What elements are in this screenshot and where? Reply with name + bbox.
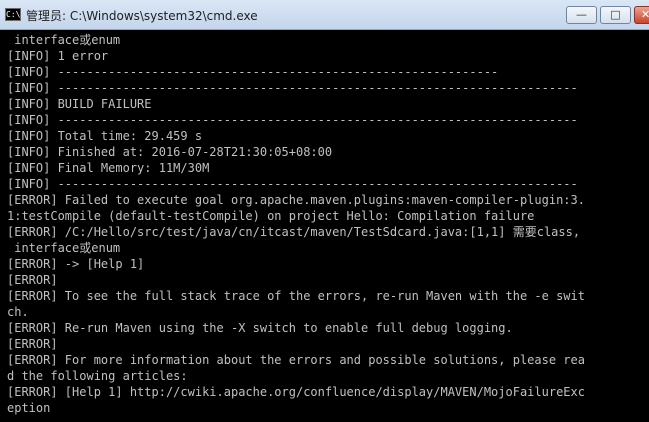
console-line: [INFO] ---------------------------------… [7,177,578,191]
minimize-button[interactable]: — [566,6,597,24]
console-line: [INFO] Finished at: 2016-07-28T21:30:05+… [7,145,333,159]
console-line: [ERROR] [7,273,58,287]
window-title: 管理员: C:\Windows\system32\cmd.exe [26,9,258,23]
console-line: [ERROR] -> [Help 1] [7,257,145,271]
console-line: [ERROR] /C:/Hello/src/test/java/cn/itcas… [7,225,581,239]
console-line: [ERROR] To see the full stack trace of t… [7,289,585,303]
console-line: 1:testCompile (default-testCompile) on p… [7,209,535,223]
console-line: [ERROR] [Help 1] http://cwiki.apache.org… [7,385,585,399]
console-line: [INFO] ---------------------------------… [7,65,499,79]
console-line: [ERROR] [7,337,58,351]
cmd-app-icon[interactable]: C:\ [5,8,21,21]
console-line: [INFO] Final Memory: 11M/30M [7,161,210,175]
console-line: [INFO] ---------------------------------… [7,113,578,127]
close-button[interactable]: ✕ [634,6,649,24]
console-line: [INFO] Total time: 29.459 s [7,129,203,143]
console-line: [ERROR] Failed to execute goal org.apach… [7,193,585,207]
console-line: [ERROR] Re-run Maven using the -X switch… [7,321,513,335]
maximize-button[interactable]: □ [600,6,631,24]
console-line: [INFO] BUILD FAILURE [7,97,152,111]
title-bar[interactable]: C:\ 管理员: C:\Windows\system32\cmd.exe — □… [0,0,649,30]
console-line: d the following articles: [7,369,188,383]
console-line: [ERROR] For more information about the e… [7,353,585,367]
console-line: ch. [7,305,29,319]
console-line: interface或enum [7,241,121,255]
console-line: eption [7,401,51,415]
console-line: interface或enum [7,33,121,47]
cmd-window: C:\ 管理员: C:\Windows\system32\cmd.exe — □… [0,0,649,422]
console-line: [INFO] 1 error [7,49,109,63]
console-output[interactable]: interface或enum [INFO] 1 error [INFO] ---… [0,30,649,422]
console-line: [INFO] ---------------------------------… [7,81,578,95]
